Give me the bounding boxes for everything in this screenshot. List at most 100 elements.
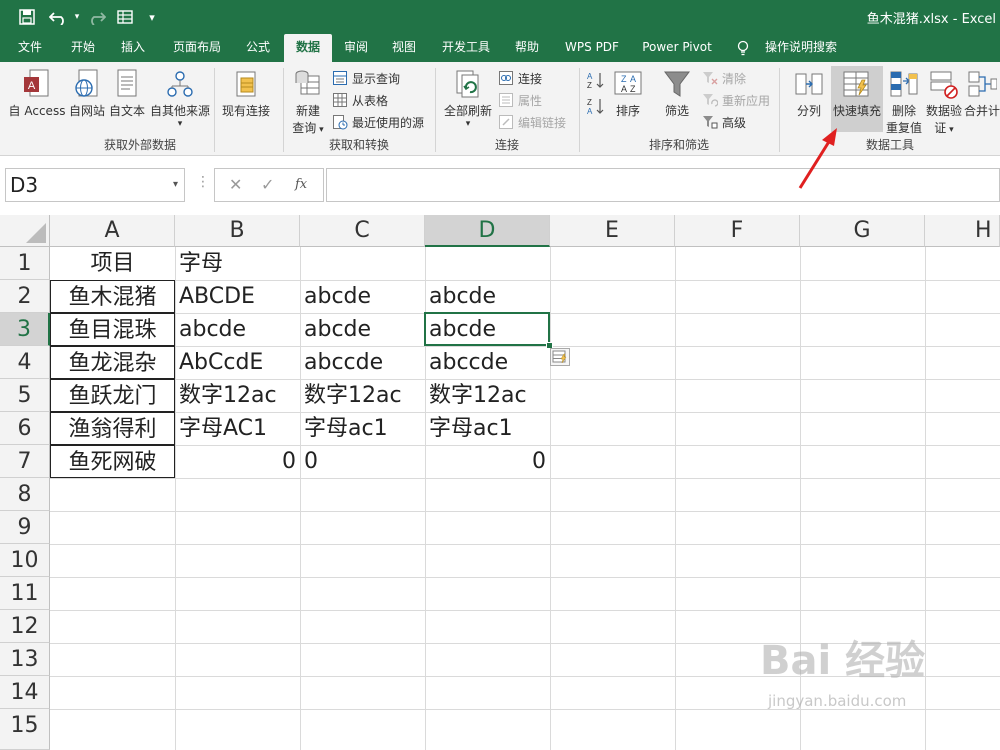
redo-icon[interactable] [84, 6, 108, 28]
cancel-icon[interactable]: ✕ [229, 175, 242, 194]
row-header-9[interactable]: 9 [0, 511, 50, 544]
column-header-d[interactable]: D [425, 215, 550, 247]
tab-file[interactable]: 文件 [8, 34, 52, 62]
row-header-7[interactable]: 7 [0, 445, 50, 478]
cell-d5[interactable]: 数字12ac [425, 379, 550, 412]
row-header-14[interactable]: 14 [0, 676, 50, 709]
column-header-e[interactable]: E [550, 215, 675, 247]
column-header-b[interactable]: B [175, 215, 300, 247]
form-icon[interactable] [114, 6, 136, 28]
tell-me-search[interactable]: 操作说明搜索 [756, 34, 846, 62]
row-header-4[interactable]: 4 [0, 346, 50, 379]
column-header-c[interactable]: C [300, 215, 425, 247]
customize-qat-icon[interactable]: ▾ [144, 6, 160, 28]
from-other-sources-button[interactable]: 自其他来源 ▾ [148, 68, 212, 129]
tab-help[interactable]: 帮助 [506, 34, 548, 62]
clear-filter-button[interactable]: 清除 [702, 68, 746, 88]
cell-a2[interactable]: 鱼木混猪 [50, 280, 175, 313]
cell-b7[interactable]: 0 [175, 445, 300, 478]
chevron-down-icon[interactable]: ▾ [173, 169, 178, 201]
cell-c7[interactable]: 0 [300, 445, 425, 478]
cell-c6[interactable]: 字母ac1 [300, 412, 425, 445]
tab-developer[interactable]: 开发工具 [436, 34, 496, 62]
cell-b4[interactable]: AbCcdE [175, 346, 300, 379]
new-query-button[interactable]: 新建 查询 ▾ [288, 68, 328, 136]
save-icon[interactable] [16, 6, 38, 28]
row-header-3[interactable]: 3 [0, 313, 50, 346]
row-header-10[interactable]: 10 [0, 544, 50, 577]
cell-a7[interactable]: 鱼死网破 [50, 445, 175, 478]
data-validation-button[interactable]: 数据验 证 ▾ [926, 68, 962, 136]
row-header-1[interactable]: 1 [0, 247, 50, 280]
flash-fill-options-icon[interactable] [550, 348, 570, 366]
consolidate-button[interactable]: 合并计 [964, 68, 1000, 119]
row-header-5[interactable]: 5 [0, 379, 50, 412]
formula-input[interactable] [326, 168, 1000, 202]
cell-d4[interactable]: abccde [425, 346, 550, 379]
cell-b2[interactable]: ABCDE [175, 280, 300, 313]
show-queries-button[interactable]: 显示查询 [332, 68, 400, 88]
cell-b6[interactable]: 字母AC1 [175, 412, 300, 445]
tab-view[interactable]: 视图 [382, 34, 426, 62]
tab-home[interactable]: 开始 [60, 34, 106, 62]
flash-fill-button[interactable]: 快速填充 [832, 68, 882, 119]
undo-dropdown-icon[interactable]: ▾ [72, 6, 82, 28]
cell-c4[interactable]: abccde [300, 346, 425, 379]
properties-button[interactable]: 属性 [498, 90, 542, 110]
cell-c5[interactable]: 数字12ac [300, 379, 425, 412]
from-access-button[interactable]: A 自 Access [6, 68, 68, 119]
recent-sources-button[interactable]: 最近使用的源 [332, 112, 424, 132]
cell-c3[interactable]: abcde [300, 313, 425, 346]
cell-a1[interactable]: 项目 [50, 247, 175, 280]
cell-d2[interactable]: abcde [425, 280, 550, 313]
cell-b1[interactable]: 字母 [175, 247, 300, 280]
cell-a4[interactable]: 鱼龙混杂 [50, 346, 175, 379]
sort-ascending-button[interactable]: AZ [586, 70, 606, 90]
row-header-6[interactable]: 6 [0, 412, 50, 445]
row-header-12[interactable]: 12 [0, 610, 50, 643]
column-header-g[interactable]: G [800, 215, 925, 247]
name-box[interactable]: D3 ▾ [5, 168, 185, 202]
select-all-corner[interactable] [0, 215, 50, 247]
tab-insert[interactable]: 插入 [110, 34, 156, 62]
sort-button[interactable]: ZAAZ 排序 [612, 68, 644, 119]
column-header-f[interactable]: F [675, 215, 800, 247]
cell-c2[interactable]: abcde [300, 280, 425, 313]
cell-b5[interactable]: 数字12ac [175, 379, 300, 412]
existing-connections-button[interactable]: 现有连接 [218, 68, 274, 119]
insert-function-icon[interactable]: fx [295, 177, 307, 192]
row-header-13[interactable]: 13 [0, 643, 50, 676]
connections-button[interactable]: 连接 [498, 68, 542, 88]
tab-data[interactable]: 数据 [284, 34, 332, 62]
tab-power-pivot[interactable]: Power Pivot [636, 34, 718, 62]
cell-a5[interactable]: 鱼跃龙门 [50, 379, 175, 412]
filter-button[interactable]: 筛选 [660, 68, 694, 119]
cell-b3[interactable]: abcde [175, 313, 300, 346]
from-table-button[interactable]: 从表格 [332, 90, 388, 110]
cell-c1[interactable] [300, 247, 425, 280]
tab-formulas[interactable]: 公式 [236, 34, 280, 62]
sort-descending-button[interactable]: ZA [586, 96, 606, 116]
reapply-button[interactable]: 重新应用 [702, 90, 770, 110]
undo-icon[interactable] [46, 6, 72, 28]
from-web-button[interactable]: 自网站 [68, 68, 106, 119]
column-header-a[interactable]: A [50, 215, 175, 247]
tab-wps-pdf[interactable]: WPS PDF [558, 34, 626, 62]
edit-links-button[interactable]: 编辑链接 [498, 112, 566, 132]
cell-d6[interactable]: 字母ac1 [425, 412, 550, 445]
cell-a6[interactable]: 渔翁得利 [50, 412, 175, 445]
refresh-all-button[interactable]: 全部刷新 ▾ [440, 68, 496, 129]
row-header-15[interactable]: 15 [0, 709, 50, 750]
cell-d1[interactable] [425, 247, 550, 280]
enter-icon[interactable]: ✓ [261, 175, 274, 194]
row-header-11[interactable]: 11 [0, 577, 50, 610]
column-header-h[interactable]: H [925, 215, 1000, 247]
remove-duplicates-button[interactable]: 删除 重复值 [884, 68, 924, 136]
row-header-8[interactable]: 8 [0, 478, 50, 511]
cell-a3[interactable]: 鱼目混珠 [50, 313, 175, 346]
text-to-columns-button[interactable]: 分列 [790, 68, 828, 119]
row-header-2[interactable]: 2 [0, 280, 50, 313]
from-text-button[interactable]: 自文本 [108, 68, 146, 119]
tab-page-layout[interactable]: 页面布局 [164, 34, 230, 62]
cell-d7[interactable]: 0 [425, 445, 550, 478]
